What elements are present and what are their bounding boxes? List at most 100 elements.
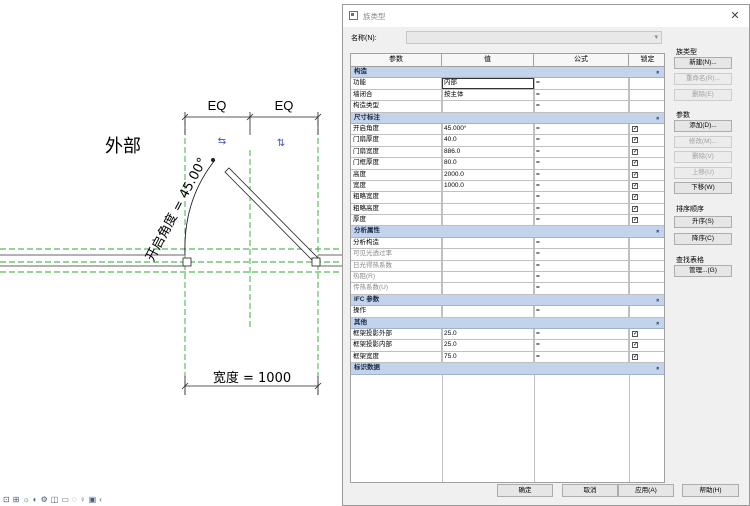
eq-label-left[interactable]: EQ <box>208 98 227 113</box>
parameter-value-cell[interactable]: 40.0 <box>442 135 534 146</box>
shadows-icon[interactable]: ◐ <box>33 495 38 505</box>
parameter-value-cell[interactable]: 25.0 <box>442 328 534 340</box>
move-up-button[interactable]: 上移(U) <box>674 167 732 179</box>
parameter-row[interactable]: 开启角度 45.000° = ✓ <box>351 123 664 136</box>
parameter-value-cell[interactable] <box>442 306 534 317</box>
render-icon[interactable]: ⚙ <box>41 495 48 505</box>
collapse-chevron-icon[interactable]: » <box>653 298 663 301</box>
lock-checkbox[interactable]: ✓ <box>632 125 638 132</box>
remove-parameter-button[interactable]: 删除(V) <box>674 151 732 163</box>
cancel-button[interactable]: 取消 <box>562 484 618 497</box>
parameter-formula-cell[interactable]: = <box>534 272 629 283</box>
parameter-value-cell[interactable]: 75.0 <box>442 351 534 363</box>
parameter-formula-cell[interactable]: = <box>534 351 629 363</box>
new-type-button[interactable]: 新建(N)... <box>674 57 732 69</box>
analytic-model-icon[interactable]: ▣ <box>89 495 97 505</box>
crop-icon[interactable]: ◫ <box>51 495 59 505</box>
parameter-value-cell[interactable]: 80.0 <box>442 158 534 169</box>
parameter-row[interactable]: 操作 = <box>351 306 664 318</box>
parameter-value-cell[interactable]: 按主体 <box>442 89 534 101</box>
parameter-row[interactable]: 框架投影内部 25.0 = ✓ <box>351 340 664 352</box>
parameter-formula-cell[interactable]: = <box>534 249 629 260</box>
parameter-row[interactable]: 热阻(R) = <box>351 272 664 284</box>
parameter-row[interactable]: 框架投影外部 25.0 = ✓ <box>351 328 664 341</box>
parameters-grid[interactable]: 参数 值 公式 锁定 构造» 功能 内部 = 墙闭合 按主体 = 构造类型 = 尺寸标注» 开启角度… <box>350 53 665 483</box>
apply-button[interactable]: 应用(A) <box>618 484 674 497</box>
sort-ascending-button[interactable]: 升序(S) <box>674 216 732 228</box>
temp-hide-icon[interactable]: ◌ <box>72 495 77 505</box>
parameter-value-cell[interactable]: 25.0 <box>442 340 534 351</box>
sun-path-icon[interactable]: ☼ <box>22 495 29 505</box>
group-header[interactable]: 其他 » <box>351 317 664 329</box>
parameter-row[interactable]: 门框厚度 80.0 = ✓ <box>351 158 664 170</box>
column-header-value[interactable]: 值 <box>442 54 534 66</box>
lock-checkbox[interactable]: ✓ <box>632 194 638 201</box>
parameter-row[interactable]: 厚度 = ✓ <box>351 215 664 227</box>
parameter-formula-cell[interactable]: = <box>534 169 629 180</box>
eq-label-right[interactable]: EQ <box>275 98 294 113</box>
reveal-hidden-icon[interactable]: ♀ <box>80 495 86 505</box>
flip-vertical-control[interactable]: ⇅ <box>277 138 285 149</box>
parameter-formula-cell[interactable]: = <box>534 328 629 340</box>
parameter-value-cell[interactable]: 1000.0 <box>442 180 534 192</box>
lock-checkbox[interactable]: ✓ <box>632 171 638 178</box>
parameter-row[interactable]: 构造类型 = <box>351 101 664 113</box>
parameter-row[interactable]: 宽度 1000.0 = ✓ <box>351 180 664 193</box>
flip-horizontal-control[interactable]: ⇆ <box>218 136 226 147</box>
lock-checkbox[interactable]: ✓ <box>632 330 638 337</box>
parameter-row[interactable]: 可见光透过率 = <box>351 249 664 261</box>
column-header-formula[interactable]: 公式 <box>534 54 629 66</box>
width-label[interactable]: 宽度 = 1000 <box>213 370 291 386</box>
show-crop-icon[interactable]: ▭ <box>61 495 69 505</box>
parameter-row[interactable]: 墙闭合 按主体 = <box>351 89 664 102</box>
collapse-chevron-icon[interactable]: » <box>653 321 663 324</box>
parameter-value-cell[interactable]: 886.0 <box>442 146 534 158</box>
parameter-formula-cell[interactable]: = <box>534 215 629 226</box>
sort-descending-button[interactable]: 降序(C) <box>674 233 732 245</box>
parameter-formula-cell[interactable]: = <box>534 123 629 135</box>
rename-type-button[interactable]: 重命名(R)... <box>674 73 732 85</box>
collapse-chevron-icon[interactable]: » <box>653 230 663 233</box>
parameter-formula-cell[interactable]: = <box>534 180 629 192</box>
parameter-formula-cell[interactable]: = <box>534 146 629 158</box>
opening-angle-label[interactable]: 开启角度 = 45.00° <box>142 155 210 264</box>
parameter-row[interactable]: 门扇厚度 40.0 = ✓ <box>351 135 664 147</box>
view-cube-icon[interactable]: ⊡ <box>3 495 10 505</box>
lock-checkbox[interactable]: ✓ <box>632 217 638 224</box>
parameter-value-cell[interactable]: 45.000° <box>442 123 534 135</box>
parameter-formula-cell[interactable]: = <box>534 101 629 112</box>
parameter-formula-cell[interactable]: = <box>534 135 629 146</box>
parameter-value-cell[interactable]: 2000.0 <box>442 169 534 180</box>
parameter-formula-cell[interactable]: = <box>534 203 629 215</box>
lock-checkbox[interactable]: ✓ <box>632 160 638 167</box>
parameter-formula-cell[interactable]: = <box>534 260 629 272</box>
parameter-formula-cell[interactable]: = <box>534 340 629 351</box>
delete-type-button[interactable]: 删除(E) <box>674 89 732 101</box>
group-header[interactable]: 标识数据 » <box>351 363 664 375</box>
display-style-icon[interactable]: ⊞ <box>13 495 20 505</box>
parameter-value-cell[interactable] <box>442 215 534 226</box>
parameter-row[interactable]: 粗略宽度 = ✓ <box>351 192 664 204</box>
parameter-row[interactable]: 日光得热系数 = <box>351 260 664 273</box>
group-header[interactable]: 尺寸标注 » <box>351 112 664 124</box>
parameter-value-cell[interactable] <box>442 249 534 260</box>
move-down-button[interactable]: 下移(W) <box>674 182 732 194</box>
parameter-formula-cell[interactable]: = <box>534 237 629 249</box>
column-header-lock[interactable]: 锁定 <box>629 54 664 66</box>
parameter-value-cell[interactable] <box>442 203 534 215</box>
dialog-titlebar[interactable]: 族类型 ✕ <box>343 5 749 27</box>
parameter-formula-cell[interactable]: = <box>534 78 629 89</box>
ok-button[interactable]: 确定 <box>497 484 553 497</box>
close-button[interactable]: ✕ <box>727 8 743 24</box>
parameter-value-cell[interactable]: 内部 <box>442 78 534 89</box>
lock-checkbox[interactable]: ✓ <box>632 148 638 155</box>
group-header[interactable]: 构造 » <box>351 67 664 79</box>
lock-checkbox[interactable]: ✓ <box>632 353 638 360</box>
parameter-value-cell[interactable] <box>442 283 534 294</box>
parameter-value-cell[interactable] <box>442 237 534 249</box>
parameter-row[interactable]: 框架宽度 75.0 = ✓ <box>351 351 664 364</box>
add-parameter-button[interactable]: 添加(D)... <box>674 120 732 132</box>
collapse-chevron-icon[interactable]: » <box>653 367 663 370</box>
parameter-formula-cell[interactable]: = <box>534 306 629 317</box>
type-name-select[interactable]: ▾ <box>406 31 662 44</box>
